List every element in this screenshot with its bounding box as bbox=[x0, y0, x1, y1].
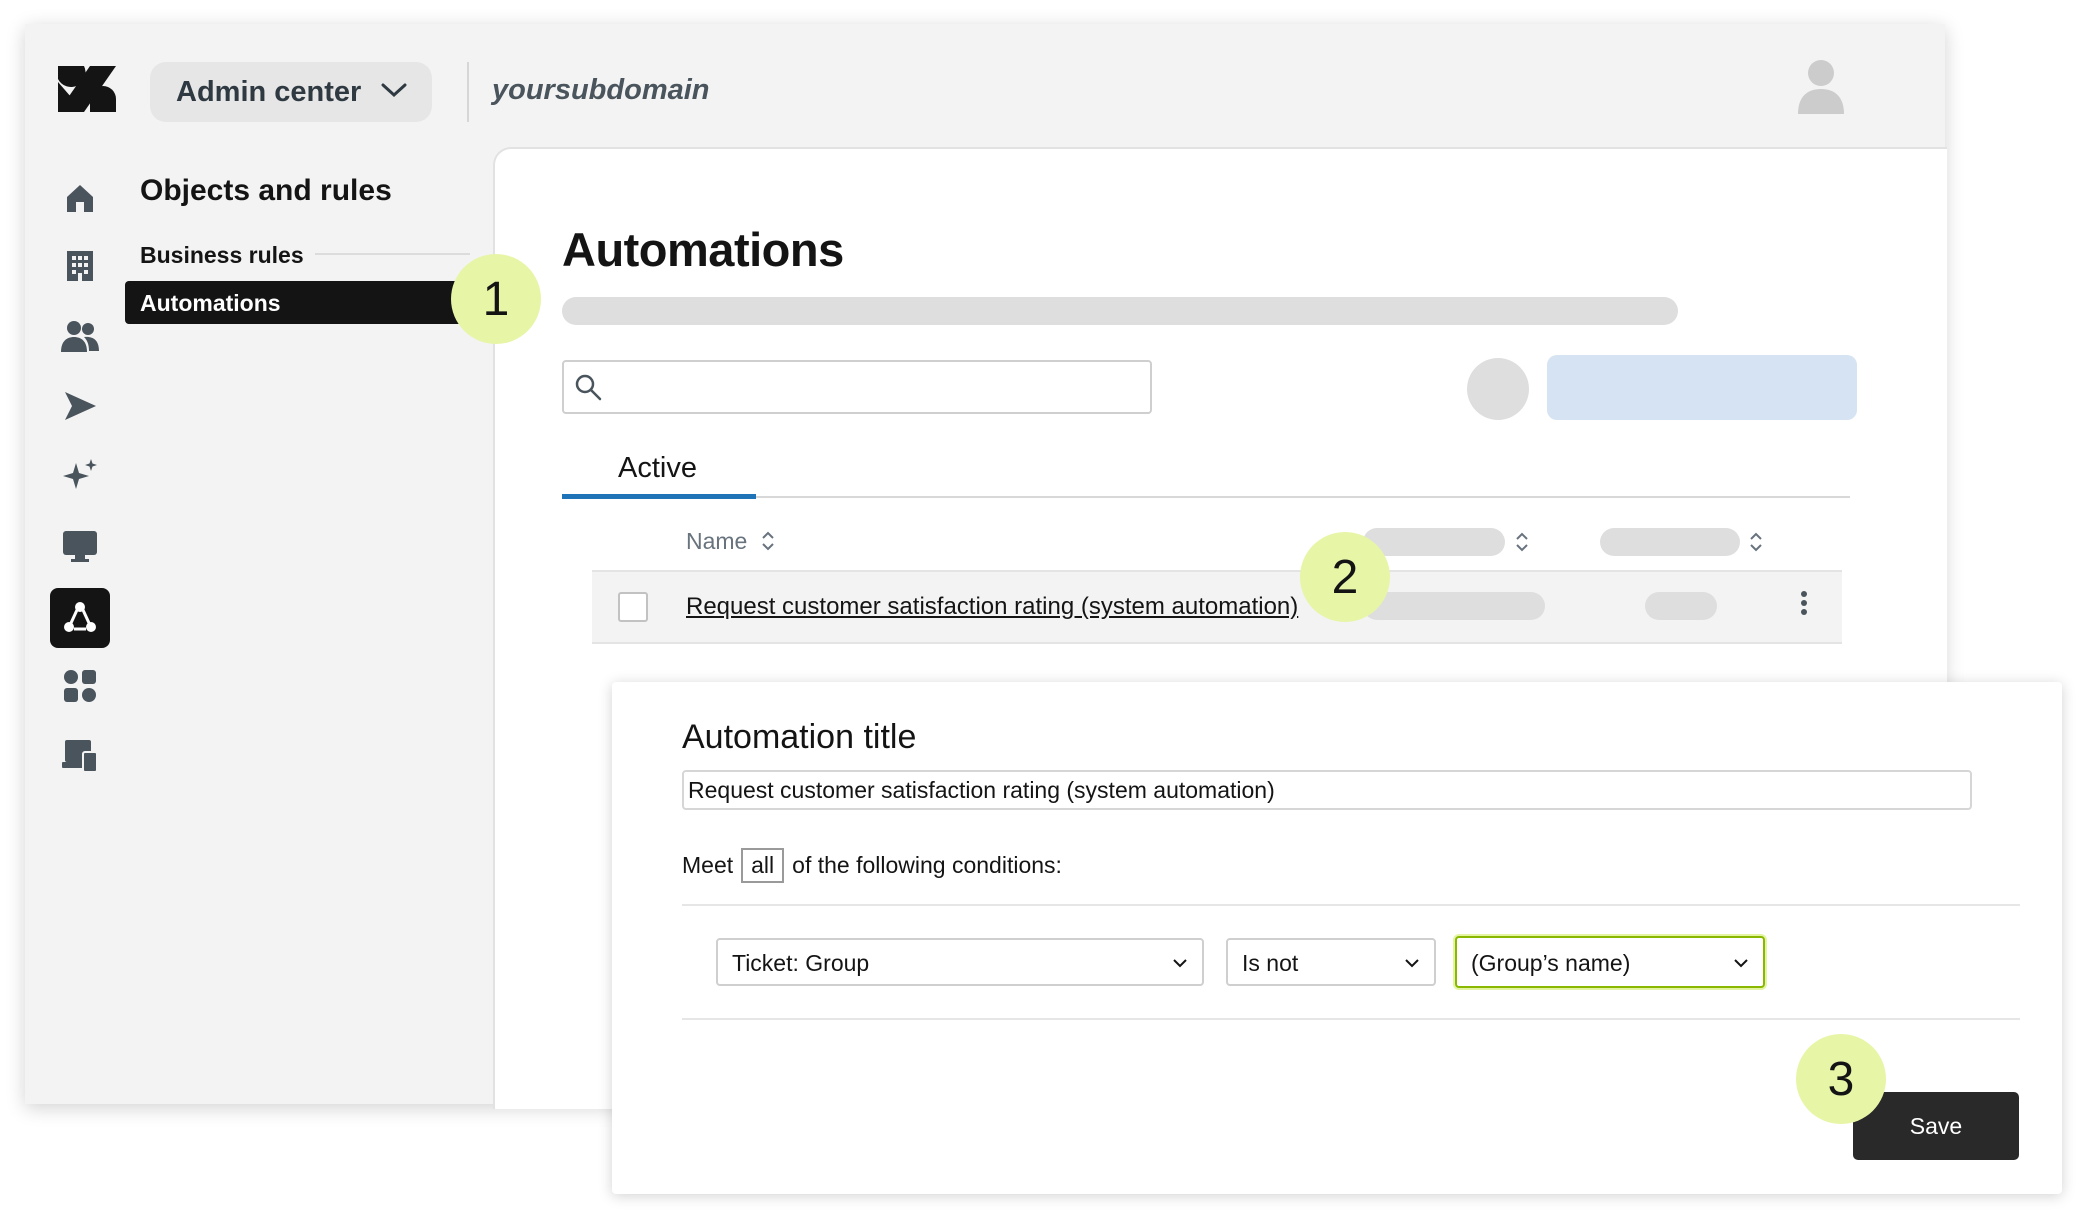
divider bbox=[682, 1018, 2020, 1020]
page-title: Automations bbox=[562, 223, 844, 276]
group-divider bbox=[315, 253, 470, 255]
product-switcher-dropdown[interactable]: Admin center bbox=[150, 62, 432, 122]
automation-name-link[interactable]: Request customer satisfaction rating (sy… bbox=[686, 593, 1298, 621]
people-icon[interactable] bbox=[56, 312, 104, 360]
sort-icon[interactable] bbox=[1514, 530, 1530, 554]
conditions-prefix: Meet bbox=[682, 852, 734, 878]
building-icon[interactable] bbox=[56, 242, 104, 290]
product-switcher-label: Admin center bbox=[176, 75, 362, 108]
chevron-down-icon bbox=[1734, 959, 1748, 968]
callout-badge-2: 2 bbox=[1300, 532, 1390, 622]
column-header-label: Name bbox=[686, 528, 748, 554]
home-icon[interactable] bbox=[56, 174, 104, 222]
conditions-mode-toggle[interactable]: all bbox=[741, 848, 785, 883]
callout-badge-3: 3 bbox=[1796, 1034, 1886, 1124]
apps-icon[interactable] bbox=[56, 662, 104, 710]
subdomain-label: yoursubdomain bbox=[492, 74, 710, 106]
sparkle-icon[interactable] bbox=[56, 452, 104, 500]
send-icon[interactable] bbox=[56, 382, 104, 430]
row-checkbox[interactable] bbox=[618, 592, 648, 622]
cell-placeholder bbox=[1363, 592, 1545, 620]
condition-field-select[interactable]: Ticket: Group bbox=[716, 938, 1204, 986]
column-header-name[interactable]: Name bbox=[686, 528, 776, 555]
description-placeholder bbox=[562, 297, 1678, 325]
nav-item-objects-rules-active[interactable] bbox=[50, 588, 110, 648]
chevron-down-icon bbox=[1405, 959, 1419, 968]
condition-operator-select[interactable]: Is not bbox=[1226, 938, 1436, 986]
conditions-header: Meet all of the following conditions: bbox=[682, 848, 1062, 883]
primary-button-placeholder[interactable] bbox=[1547, 355, 1857, 420]
user-avatar-icon[interactable] bbox=[1796, 58, 1846, 114]
zendesk-logo[interactable] bbox=[58, 66, 116, 112]
condition-value-text: (Group’s name) bbox=[1471, 950, 1631, 976]
secondary-action-placeholder[interactable] bbox=[1467, 358, 1529, 420]
objects-rules-icon bbox=[64, 602, 96, 632]
automation-title-input[interactable] bbox=[682, 770, 1972, 810]
sidebar-item-automations[interactable]: Automations bbox=[125, 281, 470, 324]
conditions-suffix: of the following conditions: bbox=[792, 852, 1062, 878]
tab-active-indicator bbox=[562, 494, 756, 499]
section-title: Objects and rules bbox=[140, 174, 392, 207]
cell-placeholder bbox=[1645, 592, 1717, 620]
sort-icon[interactable] bbox=[1748, 530, 1764, 554]
sidebar-item-label: Automations bbox=[140, 290, 281, 316]
chevron-down-icon bbox=[381, 83, 407, 98]
condition-value-select[interactable]: (Group’s name) bbox=[1455, 936, 1765, 988]
search-icon bbox=[575, 374, 602, 401]
sort-icon bbox=[762, 531, 774, 551]
sidebar-group-business-rules[interactable]: Business rules bbox=[140, 242, 304, 269]
workspaces-icon[interactable] bbox=[56, 732, 104, 780]
condition-operator-value: Is not bbox=[1242, 950, 1299, 976]
callout-badge-1: 1 bbox=[451, 254, 541, 344]
tab-active[interactable]: Active bbox=[618, 452, 697, 485]
condition-field-value: Ticket: Group bbox=[732, 950, 870, 976]
automation-title-label: Automation title bbox=[682, 718, 917, 756]
monitor-icon[interactable] bbox=[56, 522, 104, 570]
divider bbox=[682, 904, 2020, 906]
row-options-icon[interactable] bbox=[1796, 588, 1812, 624]
chevron-down-icon bbox=[1173, 959, 1187, 968]
search-input[interactable] bbox=[562, 360, 1152, 414]
column-header-placeholder bbox=[1600, 528, 1740, 556]
column-header-placeholder bbox=[1363, 528, 1505, 556]
header-divider bbox=[467, 62, 469, 122]
